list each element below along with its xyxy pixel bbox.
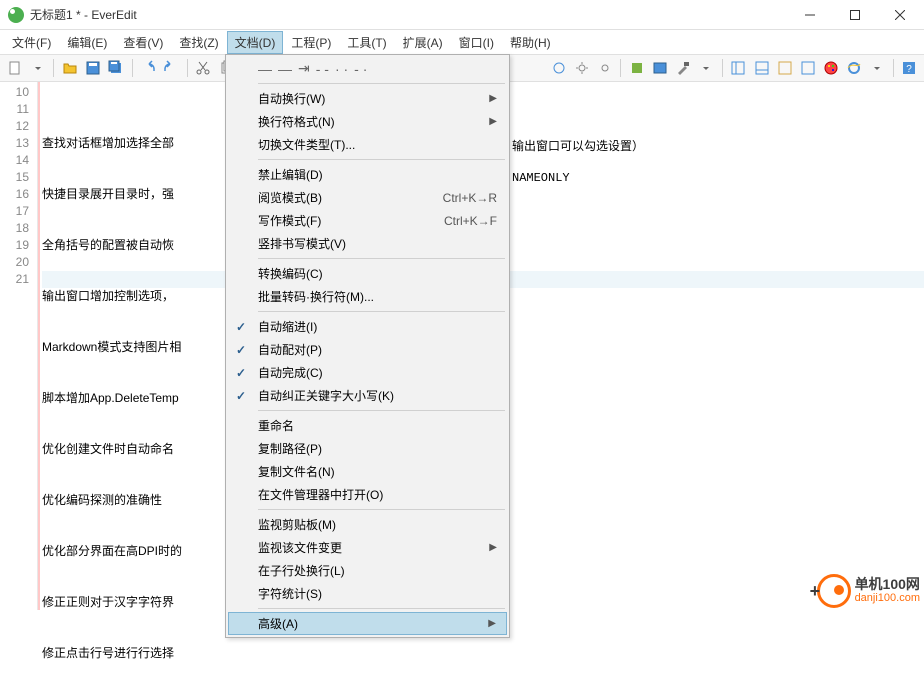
redo-icon[interactable] xyxy=(161,57,182,79)
window-icon[interactable] xyxy=(650,57,671,79)
menu-help[interactable]: 帮助(H) xyxy=(502,31,559,54)
line-number[interactable]: 15 xyxy=(0,169,29,186)
new-file-icon[interactable] xyxy=(4,57,25,79)
dd-no-edit[interactable]: 禁止编辑(D) xyxy=(228,163,507,186)
line-number[interactable]: 14 xyxy=(0,152,29,169)
undo-icon[interactable] xyxy=(138,57,159,79)
document-menu-dropdown: ——⇥- -· ·- · 自动换行(W)▶ 换行符格式(N)▶ 切换文件类型(T… xyxy=(225,54,510,638)
gear-icon[interactable] xyxy=(571,57,592,79)
puzzle-icon[interactable] xyxy=(626,57,647,79)
line-number[interactable]: 12 xyxy=(0,118,29,135)
dd-wrap-format[interactable]: 换行符格式(N)▶ xyxy=(228,110,507,133)
line-number[interactable]: 16 xyxy=(0,186,29,203)
dd-watch-file[interactable]: 监视该文件变更▶ xyxy=(228,536,507,559)
line-number[interactable]: 19 xyxy=(0,237,29,254)
window-title: 无标题1 * - EverEdit xyxy=(30,6,787,23)
dd-read-mode[interactable]: 阅览模式(B)Ctrl+K→R xyxy=(228,186,507,209)
dd-line-style-row[interactable]: ——⇥- -· ·- · xyxy=(228,57,507,80)
dd-copy-path[interactable]: 复制路径(P) xyxy=(228,437,507,460)
line-number[interactable]: 17 xyxy=(0,203,29,220)
bg-text: NAMEONLY xyxy=(512,171,570,185)
menu-extensions[interactable]: 扩展(A) xyxy=(395,31,451,54)
save-icon[interactable] xyxy=(82,57,103,79)
dropdown2-icon[interactable] xyxy=(696,57,717,79)
ie-icon[interactable] xyxy=(844,57,865,79)
titlebar: 无标题1 * - EverEdit xyxy=(0,0,924,30)
hammer-icon[interactable] xyxy=(673,57,694,79)
dd-char-stats[interactable]: 字符统计(S) xyxy=(228,582,507,605)
dd-batch[interactable]: 批量转码·换行符(M)... xyxy=(228,285,507,308)
code-line[interactable]: 修正点击行号进行行选择 xyxy=(42,645,924,662)
line-number[interactable]: 20 xyxy=(0,254,29,271)
line-number[interactable]: 11 xyxy=(0,101,29,118)
watermark-url: danji100.com xyxy=(855,591,920,605)
svg-text:?: ? xyxy=(907,64,913,75)
menu-file[interactable]: 文件(F) xyxy=(4,31,59,54)
panel2-icon[interactable] xyxy=(751,57,772,79)
panel3-icon[interactable] xyxy=(774,57,795,79)
dd-open-in-fm[interactable]: 在文件管理器中打开(O) xyxy=(228,483,507,506)
line-number[interactable]: 10 xyxy=(0,84,29,101)
dd-auto-complete[interactable]: ✓自动完成(C) xyxy=(228,361,507,384)
help-icon[interactable]: ? xyxy=(899,57,920,79)
watermark-logo-icon xyxy=(817,574,851,608)
save-all-icon[interactable] xyxy=(106,57,127,79)
open-icon[interactable] xyxy=(59,57,80,79)
line-number[interactable]: 21 xyxy=(0,271,29,288)
menu-project[interactable]: 工程(P) xyxy=(283,31,339,54)
dd-sub-exec[interactable]: 在子行处换行(L) xyxy=(228,559,507,582)
menu-edit[interactable]: 编辑(E) xyxy=(59,31,115,54)
gutter[interactable]: 10 11 12 13 14 15 16 17 18 19 20 21 xyxy=(0,82,38,610)
dd-convert-enc[interactable]: 转换编码(C) xyxy=(228,262,507,285)
dd-write-mode[interactable]: 写作模式(F)Ctrl+K→F xyxy=(228,209,507,232)
menu-tools[interactable]: 工具(T) xyxy=(339,31,394,54)
dropdown-icon[interactable] xyxy=(27,57,48,79)
line-number[interactable]: 13 xyxy=(0,135,29,152)
dd-rename[interactable]: 重命名 xyxy=(228,414,507,437)
dd-auto-wrap[interactable]: 自动换行(W)▶ xyxy=(228,87,507,110)
dd-switch-type[interactable]: 切换文件类型(T)... xyxy=(228,133,507,156)
palette-icon[interactable] xyxy=(820,57,841,79)
dd-auto-pair[interactable]: ✓自动配对(P) xyxy=(228,338,507,361)
panel4-icon[interactable] xyxy=(797,57,818,79)
dropdown3-icon[interactable] xyxy=(867,57,888,79)
maximize-button[interactable] xyxy=(832,1,877,29)
dd-auto-case[interactable]: ✓自动纠正关键字大小写(K) xyxy=(228,384,507,407)
line-number[interactable]: 18 xyxy=(0,220,29,237)
menu-window[interactable]: 窗口(I) xyxy=(451,31,502,54)
dd-vertical[interactable]: 竖排书写模式(V) xyxy=(228,232,507,255)
menu-document[interactable]: 文档(D) xyxy=(227,31,284,54)
minimize-button[interactable] xyxy=(787,1,832,29)
cut-icon[interactable] xyxy=(193,57,214,79)
link-icon[interactable] xyxy=(548,57,569,79)
dd-copy-name[interactable]: 复制文件名(N) xyxy=(228,460,507,483)
menubar: 文件(F) 编辑(E) 查看(V) 查找(Z) 文档(D) 工程(P) 工具(T… xyxy=(0,30,924,54)
close-button[interactable] xyxy=(877,1,922,29)
app-icon xyxy=(8,7,24,23)
dd-advanced[interactable]: 高级(A)▶ xyxy=(228,612,507,635)
watermark: 单机100网 danji100.com xyxy=(817,574,920,608)
panel1-icon[interactable] xyxy=(728,57,749,79)
dd-auto-indent[interactable]: ✓自动缩进(I) xyxy=(228,315,507,338)
bg-text: 输出窗口可以勾选设置） xyxy=(512,137,644,154)
dd-watch-clip[interactable]: 监视剪贴板(M) xyxy=(228,513,507,536)
watermark-title: 单机100网 xyxy=(855,577,920,591)
menu-search[interactable]: 查找(Z) xyxy=(171,31,226,54)
menu-view[interactable]: 查看(V) xyxy=(115,31,171,54)
gear2-icon[interactable] xyxy=(594,57,615,79)
